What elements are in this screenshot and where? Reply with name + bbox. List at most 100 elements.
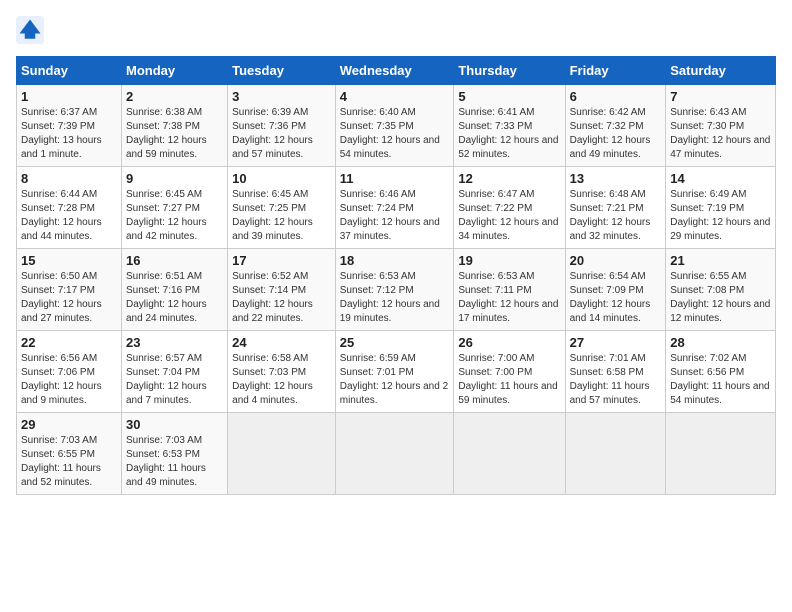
day-info: Sunrise: 7:03 AMSunset: 6:53 PMDaylight:…	[126, 434, 223, 490]
day-number: 10	[232, 171, 331, 186]
calendar-cell: 19 Sunrise: 6:53 AMSunset: 7:11 PMDayligh…	[454, 249, 565, 331]
calendar-cell	[565, 413, 666, 495]
day-number: 29	[21, 417, 117, 432]
day-number: 15	[21, 253, 117, 268]
col-header-sunday: Sunday	[17, 57, 122, 85]
day-number: 24	[232, 335, 331, 350]
day-info: Sunrise: 6:56 AMSunset: 7:06 PMDaylight:…	[21, 352, 117, 408]
day-info: Sunrise: 6:58 AMSunset: 7:03 PMDaylight:…	[232, 352, 331, 408]
day-number: 18	[340, 253, 450, 268]
col-header-wednesday: Wednesday	[335, 57, 454, 85]
day-number: 7	[670, 89, 771, 104]
day-number: 1	[21, 89, 117, 104]
day-number: 30	[126, 417, 223, 432]
col-header-friday: Friday	[565, 57, 666, 85]
day-number: 16	[126, 253, 223, 268]
day-number: 22	[21, 335, 117, 350]
calendar-cell: 24 Sunrise: 6:58 AMSunset: 7:03 PMDayligh…	[228, 331, 336, 413]
calendar-cell: 13 Sunrise: 6:48 AMSunset: 7:21 PMDayligh…	[565, 167, 666, 249]
calendar-cell: 30 Sunrise: 7:03 AMSunset: 6:53 PMDayligh…	[121, 413, 227, 495]
calendar-cell: 21Sunrise: 6:55 AMSunset: 7:08 PMDayligh…	[666, 249, 776, 331]
day-info: Sunrise: 6:51 AMSunset: 7:16 PMDaylight:…	[126, 270, 223, 326]
day-info: Sunrise: 6:45 AMSunset: 7:27 PMDaylight:…	[126, 188, 223, 244]
calendar-cell	[335, 413, 454, 495]
col-header-monday: Monday	[121, 57, 227, 85]
calendar-cell: 14 Sunrise: 6:49 AMSunset: 7:19 PMDayligh…	[666, 167, 776, 249]
day-info: Sunrise: 6:42 AMSunset: 7:32 PMDaylight:…	[570, 106, 662, 162]
day-info: Sunrise: 6:43 AMSunset: 7:30 PMDaylight:…	[670, 106, 771, 162]
day-number: 28	[670, 335, 771, 350]
calendar-cell: 3 Sunrise: 6:39 AMSunset: 7:36 PMDaylight…	[228, 85, 336, 167]
day-info: Sunrise: 6:57 AMSunset: 7:04 PMDaylight:…	[126, 352, 223, 408]
calendar-cell: 22 Sunrise: 6:56 AMSunset: 7:06 PMDayligh…	[17, 331, 122, 413]
calendar-cell	[454, 413, 565, 495]
col-header-saturday: Saturday	[666, 57, 776, 85]
day-number: 3	[232, 89, 331, 104]
day-info: Sunrise: 6:49 AMSunset: 7:19 PMDaylight:…	[670, 188, 771, 244]
day-number: 19	[458, 253, 560, 268]
day-number: 12	[458, 171, 560, 186]
calendar-cell: 4 Sunrise: 6:40 AMSunset: 7:35 PMDaylight…	[335, 85, 454, 167]
calendar-cell: 29 Sunrise: 7:03 AMSunset: 6:55 PMDayligh…	[17, 413, 122, 495]
col-header-tuesday: Tuesday	[228, 57, 336, 85]
day-number: 27	[570, 335, 662, 350]
day-info: Sunrise: 6:54 AMSunset: 7:09 PMDaylight:…	[570, 270, 662, 326]
week-row-2: 8 Sunrise: 6:44 AMSunset: 7:28 PMDaylight…	[17, 167, 776, 249]
day-info: Sunrise: 7:03 AMSunset: 6:55 PMDaylight:…	[21, 434, 117, 490]
calendar-cell: 8 Sunrise: 6:44 AMSunset: 7:28 PMDaylight…	[17, 167, 122, 249]
day-info: Sunrise: 6:40 AMSunset: 7:35 PMDaylight:…	[340, 106, 450, 162]
day-number: 23	[126, 335, 223, 350]
day-info: Sunrise: 6:53 AMSunset: 7:11 PMDaylight:…	[458, 270, 560, 326]
day-number: 11	[340, 171, 450, 186]
day-info: Sunrise: 6:53 AMSunset: 7:12 PMDaylight:…	[340, 270, 450, 326]
day-info: Sunrise: 6:45 AMSunset: 7:25 PMDaylight:…	[232, 188, 331, 244]
calendar-cell: 11 Sunrise: 6:46 AMSunset: 7:24 PMDayligh…	[335, 167, 454, 249]
day-info: Sunrise: 6:48 AMSunset: 7:21 PMDaylight:…	[570, 188, 662, 244]
day-info: Sunrise: 7:02 AMSunset: 6:56 PMDaylight:…	[670, 352, 771, 408]
calendar-cell: 2 Sunrise: 6:38 AMSunset: 7:38 PMDaylight…	[121, 85, 227, 167]
day-number: 4	[340, 89, 450, 104]
calendar-cell: 25Sunrise: 6:59 AMSunset: 7:01 PMDayligh…	[335, 331, 454, 413]
calendar-cell	[228, 413, 336, 495]
week-row-3: 15 Sunrise: 6:50 AMSunset: 7:17 PMDayligh…	[17, 249, 776, 331]
calendar-cell: 20 Sunrise: 6:54 AMSunset: 7:09 PMDayligh…	[565, 249, 666, 331]
day-info: Sunrise: 6:46 AMSunset: 7:24 PMDaylight:…	[340, 188, 450, 244]
calendar-cell: 27 Sunrise: 7:01 AMSunset: 6:58 PMDayligh…	[565, 331, 666, 413]
day-number: 9	[126, 171, 223, 186]
day-info: Sunrise: 7:01 AMSunset: 6:58 PMDaylight:…	[570, 352, 662, 408]
header	[16, 16, 776, 44]
calendar-cell: 15 Sunrise: 6:50 AMSunset: 7:17 PMDayligh…	[17, 249, 122, 331]
calendar-cell: 5Sunrise: 6:41 AMSunset: 7:33 PMDaylight…	[454, 85, 565, 167]
calendar-table: SundayMondayTuesdayWednesdayThursdayFrid…	[16, 56, 776, 495]
calendar-cell	[666, 413, 776, 495]
day-number: 26	[458, 335, 560, 350]
calendar-cell: 23 Sunrise: 6:57 AMSunset: 7:04 PMDayligh…	[121, 331, 227, 413]
day-number: 5	[458, 89, 560, 104]
day-number: 6	[570, 89, 662, 104]
calendar-cell: 6 Sunrise: 6:42 AMSunset: 7:32 PMDaylight…	[565, 85, 666, 167]
day-number: 14	[670, 171, 771, 186]
week-row-5: 29 Sunrise: 7:03 AMSunset: 6:55 PMDayligh…	[17, 413, 776, 495]
week-row-1: 1 Sunrise: 6:37 AMSunset: 7:39 PMDaylight…	[17, 85, 776, 167]
day-number: 20	[570, 253, 662, 268]
calendar-cell: 18 Sunrise: 6:53 AMSunset: 7:12 PMDayligh…	[335, 249, 454, 331]
day-number: 2	[126, 89, 223, 104]
day-info: Sunrise: 6:38 AMSunset: 7:38 PMDaylight:…	[126, 106, 223, 162]
week-row-4: 22 Sunrise: 6:56 AMSunset: 7:06 PMDayligh…	[17, 331, 776, 413]
day-info: Sunrise: 6:50 AMSunset: 7:17 PMDaylight:…	[21, 270, 117, 326]
day-info: Sunrise: 6:37 AMSunset: 7:39 PMDaylight:…	[21, 106, 117, 162]
logo-icon	[16, 16, 44, 44]
day-info: Sunrise: 6:39 AMSunset: 7:36 PMDaylight:…	[232, 106, 331, 162]
calendar-cell: 16 Sunrise: 6:51 AMSunset: 7:16 PMDayligh…	[121, 249, 227, 331]
day-info: Sunrise: 6:44 AMSunset: 7:28 PMDaylight:…	[21, 188, 117, 244]
day-number: 13	[570, 171, 662, 186]
calendar-cell: 10 Sunrise: 6:45 AMSunset: 7:25 PMDayligh…	[228, 167, 336, 249]
day-number: 25	[340, 335, 450, 350]
calendar-cell: 7 Sunrise: 6:43 AMSunset: 7:30 PMDaylight…	[666, 85, 776, 167]
calendar-cell: 12 Sunrise: 6:47 AMSunset: 7:22 PMDayligh…	[454, 167, 565, 249]
day-number: 8	[21, 171, 117, 186]
calendar-cell: 1 Sunrise: 6:37 AMSunset: 7:39 PMDaylight…	[17, 85, 122, 167]
calendar-cell: 28 Sunrise: 7:02 AMSunset: 6:56 PMDayligh…	[666, 331, 776, 413]
day-info: Sunrise: 6:47 AMSunset: 7:22 PMDaylight:…	[458, 188, 560, 244]
day-number: 21	[670, 253, 771, 268]
